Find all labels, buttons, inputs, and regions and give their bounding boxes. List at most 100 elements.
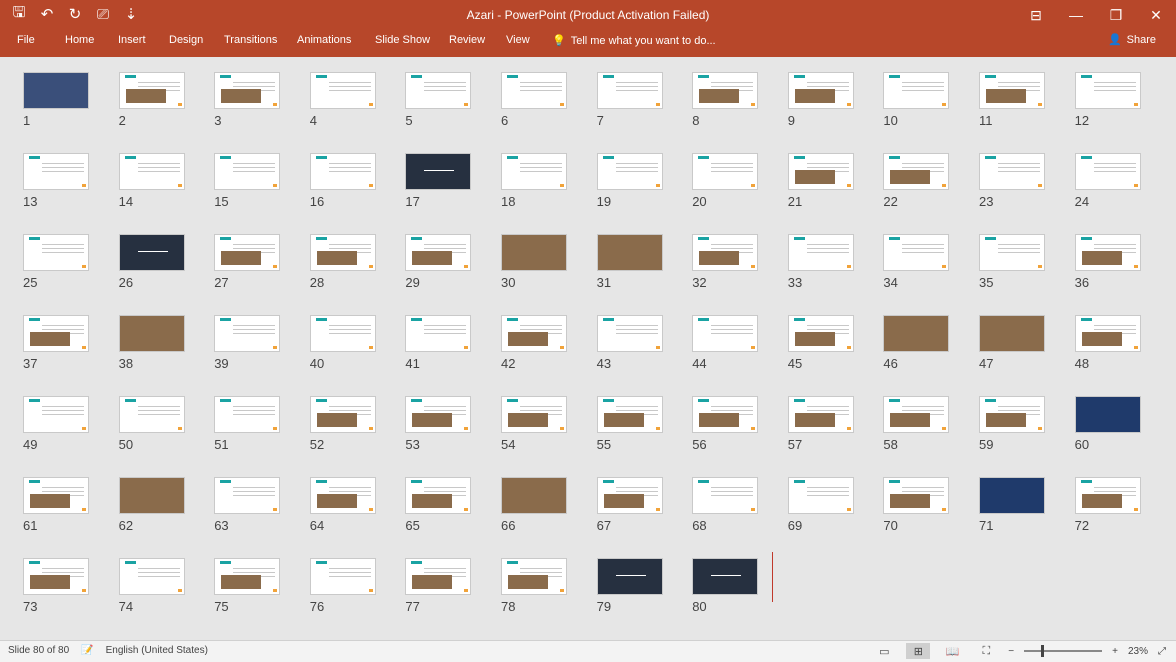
tab-home[interactable]: Home (65, 34, 94, 46)
slide-thumbnail[interactable] (23, 72, 89, 109)
slide-thumbnail[interactable] (118, 396, 185, 433)
slide-thumbnail[interactable] (596, 558, 663, 595)
slide-thumbnail[interactable] (883, 396, 950, 433)
slide-thumbnail[interactable] (979, 315, 1045, 352)
tab-review[interactable]: Review (449, 34, 485, 46)
slide-thumbnail[interactable] (787, 396, 854, 433)
slide-thumbnail[interactable] (309, 396, 376, 433)
slide-thumbnail[interactable] (214, 234, 281, 271)
language[interactable]: English (United States) (106, 645, 208, 656)
slide-thumbnail[interactable] (787, 153, 854, 190)
fit-slide-icon[interactable]: ⤢ (1158, 646, 1166, 657)
slide-thumbnail[interactable] (1074, 315, 1141, 352)
slide-thumbnail[interactable] (1074, 153, 1141, 190)
slide-thumbnail[interactable] (596, 477, 663, 514)
slide-thumbnail[interactable] (979, 234, 1045, 271)
slide-thumbnail[interactable] (214, 153, 281, 190)
slide-thumbnail[interactable] (1074, 234, 1141, 271)
slide-thumbnail[interactable] (596, 234, 663, 271)
slide-thumbnail[interactable] (23, 558, 89, 595)
zoom-in-button[interactable]: + (1112, 646, 1118, 657)
slide-thumbnail[interactable] (883, 72, 950, 109)
slide-thumbnail[interactable] (214, 72, 281, 109)
restore-icon[interactable]: ❐ (1096, 0, 1136, 30)
slide-thumbnail[interactable] (501, 153, 567, 190)
slide-thumbnail[interactable] (692, 234, 759, 271)
tab-transitions[interactable]: Transitions (224, 34, 277, 46)
slide-thumbnail[interactable] (214, 477, 281, 514)
slide-thumbnail[interactable] (405, 153, 472, 190)
tab-insert[interactable]: Insert (118, 34, 146, 46)
slide-thumbnail[interactable] (787, 234, 854, 271)
slide-thumbnail[interactable] (309, 558, 376, 595)
slide-thumbnail[interactable] (309, 477, 376, 514)
slide-thumbnail[interactable] (405, 558, 472, 595)
slide-thumbnail[interactable] (405, 72, 472, 109)
slide-thumbnail[interactable] (692, 477, 759, 514)
slide-thumbnail[interactable] (118, 558, 185, 595)
tell-me-box[interactable]: 💡 Tell me what you want to do... (552, 34, 716, 48)
slide-thumbnail[interactable] (214, 315, 281, 352)
slide-thumbnail[interactable] (692, 72, 759, 109)
slide-show-view-icon[interactable]: ⛶ (974, 643, 998, 659)
slide-thumbnail[interactable] (1074, 396, 1141, 433)
slide-thumbnail[interactable] (118, 153, 185, 190)
slide-thumbnail[interactable] (23, 234, 89, 271)
slide-thumbnail[interactable] (692, 396, 759, 433)
minimize-icon[interactable]: — (1056, 0, 1096, 30)
normal-view-icon[interactable]: ▭ (872, 643, 896, 659)
slide-thumbnail[interactable] (883, 477, 950, 514)
slide-thumbnail[interactable] (23, 396, 89, 433)
tab-design[interactable]: Design (169, 34, 203, 46)
zoom-out-button[interactable]: − (1008, 646, 1014, 657)
slide-thumbnail[interactable] (501, 72, 567, 109)
slide-thumbnail[interactable] (118, 315, 185, 352)
slide-thumbnail[interactable] (596, 72, 663, 109)
slide-thumbnail[interactable] (787, 315, 854, 352)
slide-thumbnail[interactable] (309, 72, 376, 109)
share-button[interactable]: 👤 Share (1108, 33, 1156, 47)
slide-thumbnail[interactable] (118, 234, 185, 271)
slide-thumbnail[interactable] (979, 396, 1045, 433)
slide-thumbnail[interactable] (787, 72, 854, 109)
slide-thumbnail[interactable] (501, 558, 567, 595)
notes-icon[interactable]: 📝 (81, 645, 93, 656)
slide-thumbnail[interactable] (405, 234, 472, 271)
slide-thumbnail[interactable] (979, 153, 1045, 190)
zoom-slider-thumb[interactable] (1041, 645, 1045, 657)
slide-thumbnail[interactable] (692, 153, 759, 190)
slide-thumbnail[interactable] (501, 315, 567, 352)
ribbon-display-options-icon[interactable]: ⊟ (1016, 0, 1056, 30)
slide-thumbnail[interactable] (979, 72, 1045, 109)
slide-thumbnail[interactable] (214, 396, 281, 433)
slide-thumbnail[interactable] (405, 396, 472, 433)
slide-thumbnail[interactable] (309, 234, 376, 271)
tab-animations[interactable]: Animations (297, 34, 351, 46)
slide-thumbnail[interactable] (23, 477, 89, 514)
tab-slide-show[interactable]: Slide Show (375, 34, 430, 46)
close-icon[interactable]: ✕ (1136, 0, 1176, 30)
slide-sorter-view-icon[interactable]: ⊞ (906, 643, 931, 659)
slide-thumbnail[interactable] (692, 315, 759, 352)
slide-thumbnail[interactable] (501, 234, 567, 271)
slide-thumbnail[interactable] (309, 153, 376, 190)
slide-thumbnail[interactable] (692, 558, 759, 595)
slide-thumbnail[interactable] (501, 396, 567, 433)
slide-thumbnail[interactable] (501, 477, 567, 514)
slide-thumbnail[interactable] (596, 153, 663, 190)
tab-file[interactable]: File (17, 34, 35, 46)
tab-view[interactable]: View (506, 34, 530, 46)
zoom-level[interactable]: 23% (1128, 646, 1148, 657)
slide-thumbnail[interactable] (979, 477, 1045, 514)
slide-thumbnail[interactable] (309, 315, 376, 352)
slide-thumbnail[interactable] (1074, 477, 1141, 514)
reading-view-icon[interactable]: 📖 (940, 643, 964, 659)
slide-thumbnail[interactable] (23, 153, 89, 190)
slide-thumbnail[interactable] (118, 477, 185, 514)
slide-thumbnail[interactable] (883, 234, 950, 271)
slide-thumbnail[interactable] (405, 477, 472, 514)
slide-thumbnail[interactable] (1074, 72, 1141, 109)
zoom-slider[interactable] (1024, 645, 1103, 657)
slide-thumbnail[interactable] (118, 72, 185, 109)
slide-thumbnail[interactable] (883, 315, 950, 352)
